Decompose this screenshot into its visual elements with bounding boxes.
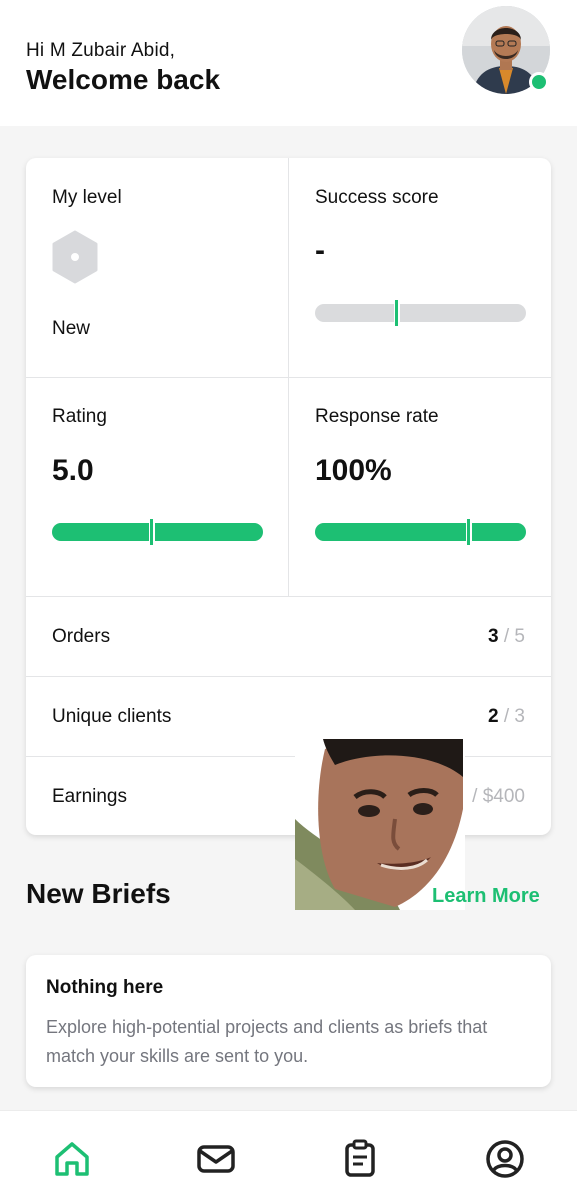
nav-orders[interactable] (340, 1139, 380, 1179)
stats-card: My level New Success score - Rating 5.0 … (26, 158, 551, 835)
response-rate-value: 100% (315, 454, 392, 487)
orders-current: 3 (488, 626, 499, 647)
response-rate-cell[interactable]: Response rate 100% (289, 378, 551, 596)
home-icon (55, 1142, 89, 1176)
unique-clients-target: 3 (514, 706, 525, 727)
success-score-marker (394, 300, 401, 326)
success-score-title: Success score (315, 187, 439, 208)
user-circle-icon (486, 1140, 524, 1178)
orders-separator: / (503, 626, 510, 647)
welcome-title: Welcome back (26, 64, 221, 95)
unique-clients-label: Unique clients (52, 706, 172, 727)
briefs-empty-heading: Nothing here (46, 977, 164, 998)
orders-target: 5 (514, 626, 525, 647)
new-briefs-title: New Briefs (26, 878, 171, 909)
earnings-row[interactable]: Earnings / $400 (26, 757, 551, 835)
unique-clients-separator: / (503, 706, 510, 727)
rating-bar (52, 519, 263, 545)
rating-marker (149, 519, 155, 545)
earnings-label: Earnings (52, 786, 127, 807)
rating-value: 5.0 (52, 454, 94, 487)
earnings-separator: / (472, 786, 478, 807)
response-rate-bar-fill (315, 523, 526, 541)
rating-bar-fill (52, 523, 263, 541)
unique-clients-row[interactable]: Unique clients 2 / 3 (26, 677, 551, 756)
nav-home[interactable] (52, 1139, 92, 1179)
my-level-title: My level (52, 187, 122, 208)
envelope-icon (197, 1145, 235, 1173)
unique-clients-current: 2 (488, 706, 499, 727)
unique-clients-value: 2 / 3 (488, 706, 525, 728)
greeting-text: Hi M Zubair Abid, (26, 40, 176, 61)
earnings-target: $400 (482, 786, 525, 807)
nav-profile[interactable] (485, 1139, 525, 1179)
response-rate-bar (315, 519, 526, 545)
hexagon-badge-icon (52, 230, 98, 284)
success-score-bar (315, 300, 526, 326)
my-level-value: New (52, 318, 91, 339)
orders-value: 3 / 5 (488, 626, 525, 648)
earnings-value: / $400 (472, 786, 525, 808)
success-score-cell[interactable]: Success score - (289, 158, 551, 377)
briefs-empty-text: Explore high-potential projects and clie… (46, 1017, 488, 1066)
learn-more-link[interactable]: Learn More (432, 885, 540, 908)
my-level-cell[interactable]: My level New (26, 158, 288, 377)
success-score-value: - (315, 234, 325, 267)
bottom-nav (0, 1110, 577, 1200)
rating-cell[interactable]: Rating 5.0 (26, 378, 288, 596)
nav-messages[interactable] (196, 1139, 236, 1179)
rating-title: Rating (52, 406, 107, 427)
orders-row[interactable]: Orders 3 / 5 (26, 597, 551, 676)
briefs-empty-card: Nothing here Explore high-potential proj… (26, 955, 551, 1087)
orders-label: Orders (52, 626, 111, 647)
response-rate-title: Response rate (315, 406, 439, 427)
online-status-dot (529, 72, 549, 92)
clipboard-icon (345, 1139, 375, 1177)
response-rate-marker (466, 519, 472, 545)
